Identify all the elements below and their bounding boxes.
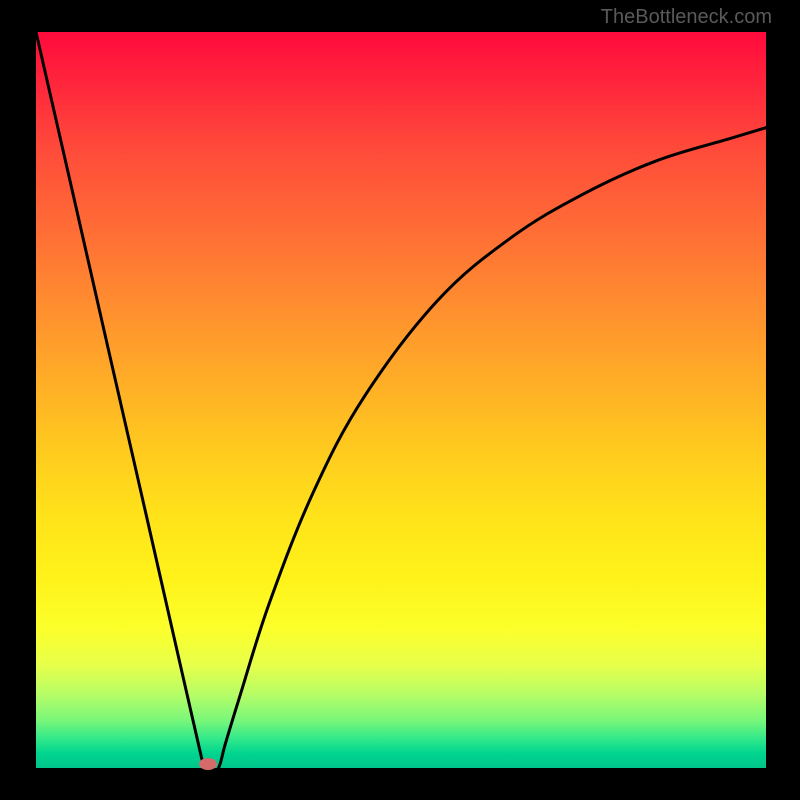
chart-frame: TheBottleneck.com: [0, 0, 800, 800]
minimum-marker-icon: [199, 758, 217, 770]
plot-area: [36, 32, 766, 768]
watermark-text: TheBottleneck.com: [601, 6, 772, 29]
bottleneck-curve: [36, 32, 766, 768]
